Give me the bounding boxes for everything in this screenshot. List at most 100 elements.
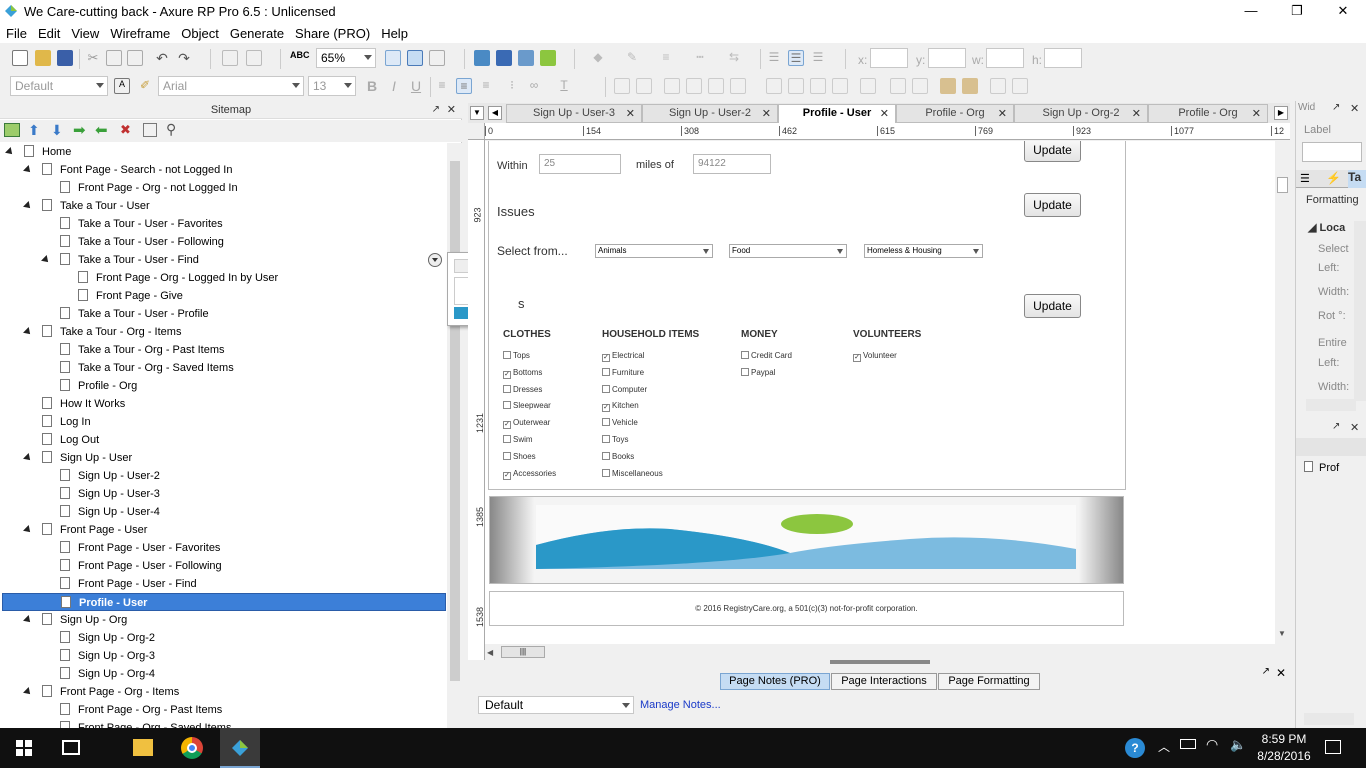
- category-checkbox[interactable]: Shoes: [503, 451, 536, 462]
- unlock-icon[interactable]: [962, 78, 978, 94]
- notes-tab-icon[interactable]: ☰: [1300, 172, 1310, 185]
- distribute-h-icon[interactable]: [860, 78, 876, 94]
- font-size-select[interactable]: 13: [308, 76, 356, 96]
- link-icon[interactable]: ∞: [526, 78, 542, 94]
- tab-scroll-right-icon[interactable]: ▶: [1274, 106, 1288, 120]
- publish-icon[interactable]: [474, 50, 490, 66]
- sitemap-scroll-thumb[interactable]: [450, 161, 460, 681]
- clock-date[interactable]: 8/28/2016: [1254, 749, 1314, 763]
- category-checkbox[interactable]: ✓ Volunteer: [853, 351, 897, 362]
- bullets-icon[interactable]: ⁝: [504, 78, 520, 94]
- sitemap-item[interactable]: Profile - Org: [60, 377, 137, 395]
- task-view-icon[interactable]: [62, 740, 80, 755]
- send-back-icon[interactable]: [730, 78, 746, 94]
- sitemap-item[interactable]: Front Page - Org - not Logged In: [60, 179, 238, 197]
- close-button[interactable]: ✕: [1320, 0, 1366, 23]
- underline-icon[interactable]: U: [408, 78, 424, 94]
- y-input[interactable]: [928, 48, 966, 68]
- sitemap-item[interactable]: Sign Up - Org-3: [60, 647, 155, 665]
- checked-box-icon[interactable]: ✓: [503, 471, 511, 480]
- category-checkbox[interactable]: Vehicle: [602, 418, 638, 428]
- paste-icon[interactable]: [127, 50, 143, 66]
- formatting-tab-icon[interactable]: Ta: [1348, 170, 1366, 188]
- category-checkbox[interactable]: Paypal: [741, 367, 775, 378]
- category-checkbox[interactable]: Tops: [503, 351, 530, 361]
- word-spec-icon[interactable]: [496, 50, 512, 66]
- fill-color-icon[interactable]: ◆: [590, 50, 606, 66]
- minimize-button[interactable]: —: [1228, 0, 1274, 23]
- group-icon[interactable]: [614, 78, 630, 94]
- save-icon[interactable]: [57, 50, 73, 66]
- close-tab-icon[interactable]: ✕: [626, 107, 635, 120]
- page-tab[interactable]: Profile - Org ✕: [896, 104, 1014, 123]
- sitemap-item[interactable]: Front Page - Org - Saved Items: [60, 719, 231, 728]
- menu-view[interactable]: View: [65, 23, 104, 41]
- search-icon[interactable]: ⚲: [166, 121, 176, 138]
- category-checkbox[interactable]: Books: [602, 451, 634, 462]
- menu-share[interactable]: Share (PRO): [289, 23, 375, 41]
- format-scrollbar[interactable]: [1354, 221, 1366, 401]
- show-hidden-icons[interactable]: ︿: [1158, 738, 1170, 755]
- close-tab-icon[interactable]: ✕: [998, 107, 1007, 120]
- update-issues-button[interactable]: Update: [1024, 193, 1081, 217]
- format-painter-icon[interactable]: [222, 50, 238, 66]
- sitemap-item[interactable]: Sign Up - User: [23, 449, 132, 467]
- sitemap-item[interactable]: Take a Tour - User - Following: [60, 233, 224, 251]
- text-align-left-icon[interactable]: ≡: [434, 78, 450, 94]
- unchecked-box-icon[interactable]: [503, 351, 511, 359]
- issue-dropdown-2[interactable]: Food: [729, 244, 847, 258]
- sitemap-item[interactable]: Profile - User: [2, 593, 446, 611]
- sitemap-item[interactable]: How It Works: [42, 395, 125, 413]
- line-style-icon[interactable]: ┅: [692, 50, 708, 66]
- outline-item[interactable]: Prof: [1304, 461, 1339, 474]
- align-objects-icon[interactable]: [832, 78, 848, 94]
- sitemap-item[interactable]: Take a Tour - Org - Saved Items: [60, 359, 234, 377]
- indent-icon[interactable]: ➡: [73, 121, 86, 139]
- chevron-down-icon[interactable]: [428, 253, 442, 267]
- x-input[interactable]: [870, 48, 908, 68]
- italic-icon[interactable]: I: [386, 78, 402, 94]
- add-page-icon[interactable]: [4, 123, 20, 137]
- sitemap-item[interactable]: Take a Tour - Org - Past Items: [60, 341, 225, 359]
- spellcheck-icon[interactable]: ABC: [290, 50, 310, 66]
- issue-dropdown-1[interactable]: Animals: [595, 244, 713, 258]
- zip-input[interactable]: 94122: [693, 154, 771, 174]
- delete-page-icon[interactable]: ✖: [120, 122, 131, 138]
- sitemap-item[interactable]: Take a Tour - User - Favorites: [60, 215, 223, 233]
- align-middle-icon[interactable]: [788, 78, 804, 94]
- checked-box-icon[interactable]: ✓: [853, 354, 861, 362]
- unchecked-box-icon[interactable]: [741, 351, 749, 359]
- notes-close-icon[interactable]: ✕: [1276, 666, 1286, 680]
- tab-page-notes[interactable]: Page Notes (PRO): [720, 673, 830, 690]
- menu-object[interactable]: Object: [175, 23, 224, 41]
- page-tab[interactable]: Profile - Org ✕: [1148, 104, 1268, 123]
- sitemap-item[interactable]: Take a Tour - User - Profile: [60, 305, 209, 323]
- axshare-icon[interactable]: [540, 50, 556, 66]
- send-backward-icon[interactable]: [708, 78, 724, 94]
- connector-icon[interactable]: [429, 50, 445, 66]
- line-color-icon[interactable]: ✎: [624, 50, 640, 66]
- unlock-location-icon[interactable]: [1012, 78, 1028, 94]
- unchecked-box-icon[interactable]: [602, 468, 610, 477]
- canvas-hscroll-thumb[interactable]: |||: [501, 646, 545, 658]
- move-down-icon[interactable]: ⬇: [51, 122, 63, 139]
- category-checkbox[interactable]: ✓ Accessories: [503, 469, 556, 480]
- category-checkbox[interactable]: Dresses: [503, 384, 542, 395]
- sitemap-item[interactable]: Front Page - Org - Items: [23, 683, 179, 701]
- scroll-left-icon[interactable]: ◀: [487, 648, 493, 657]
- font-select[interactable]: Arial: [158, 76, 304, 96]
- float-panel-icon[interactable]: ↗: [432, 101, 440, 119]
- expand-triangle-icon[interactable]: [23, 201, 33, 211]
- page-tab[interactable]: Sign Up - User-2 ✕: [642, 104, 778, 123]
- unchecked-box-icon[interactable]: [503, 384, 511, 393]
- distribute-v-icon[interactable]: [890, 78, 906, 94]
- category-checkbox[interactable]: Swim: [503, 435, 533, 445]
- page-properties-icon[interactable]: [143, 123, 157, 137]
- unchecked-box-icon[interactable]: [602, 418, 610, 427]
- category-checkbox[interactable]: Sleepwear: [503, 401, 551, 411]
- undo-icon[interactable]: ↶: [154, 50, 170, 66]
- unchecked-box-icon[interactable]: [741, 367, 749, 376]
- sitemap-item[interactable]: Front Page - Org - Past Items: [60, 701, 222, 719]
- close-panel-icon[interactable]: ✕: [447, 101, 456, 119]
- bring-front-icon[interactable]: [664, 78, 680, 94]
